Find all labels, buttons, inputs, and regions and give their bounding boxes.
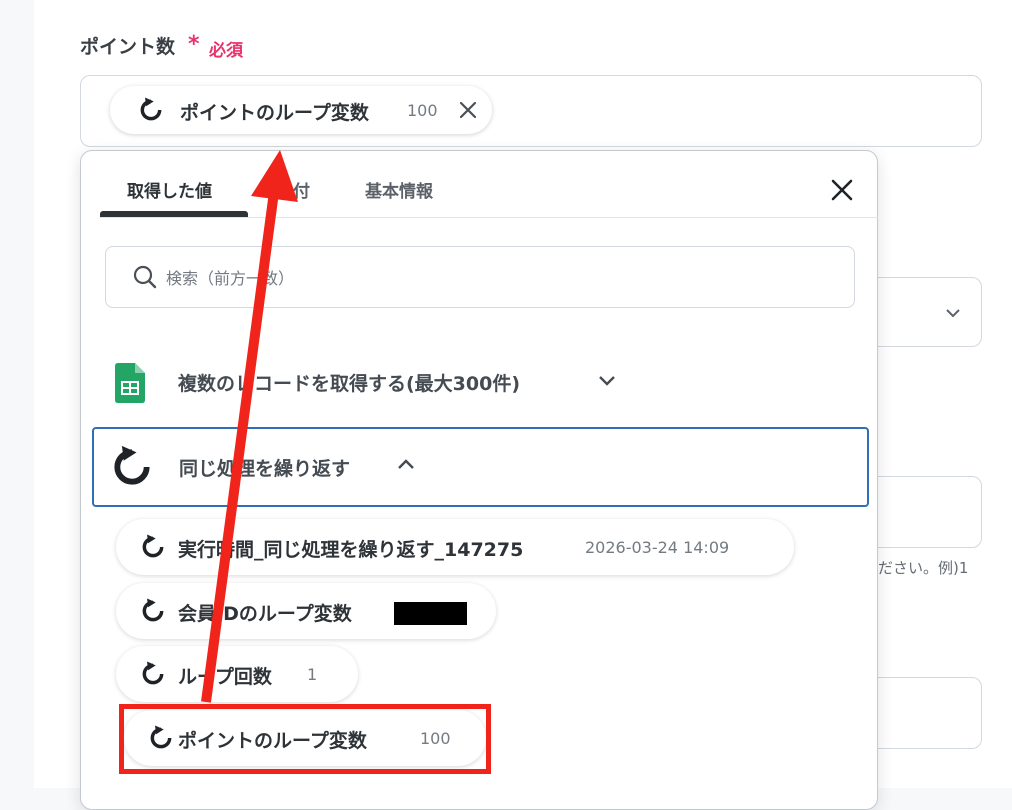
loop-icon — [148, 725, 174, 755]
tab-acquired-values[interactable]: 取得した値 — [127, 177, 212, 202]
search-input[interactable] — [164, 259, 828, 297]
group-label: 複数のレコードを取得する(最大300件) — [178, 373, 521, 395]
loop-icon — [138, 97, 164, 127]
variable-item-member-id[interactable]: 会員IDのループ変数 — [116, 583, 496, 639]
background-hint: ださい。例)1 — [878, 559, 969, 577]
variable-item-loop-count[interactable]: ループ回数 1 — [116, 646, 358, 702]
tab-basic-info[interactable]: 基本情報 — [365, 177, 433, 202]
tab-date[interactable]: 付 — [293, 177, 310, 202]
item-label: ループ回数 — [178, 666, 272, 688]
item-value: 2026-03-24 14:09 — [585, 538, 730, 557]
close-icon[interactable] — [829, 177, 855, 207]
loop-icon — [140, 598, 166, 628]
item-value: 100 — [420, 729, 451, 748]
loop-icon — [140, 534, 166, 564]
group-get-records[interactable]: 複数のレコードを取得する(最大300件) — [101, 356, 661, 408]
background-select[interactable] — [860, 277, 982, 347]
item-value: 1 — [307, 665, 318, 684]
variable-item-exec-time[interactable]: 実行時間_同じ処理を繰り返す_147275 2026-03-24 14:09 — [116, 519, 794, 575]
item-label: ポイントのループ変数 — [178, 730, 367, 752]
item-label: 実行時間_同じ処理を繰り返す_147275 — [178, 539, 524, 561]
search-field[interactable] — [105, 246, 855, 308]
redacted-value — [394, 602, 467, 625]
chevron-down-icon — [944, 304, 962, 323]
google-sheets-icon — [115, 363, 145, 407]
background-input[interactable] — [860, 677, 982, 749]
search-icon — [132, 264, 158, 294]
loop-icon — [110, 445, 154, 493]
chevron-down-icon — [597, 373, 617, 392]
chevron-up-icon — [396, 456, 416, 475]
group-repeat-process[interactable]: 同じ処理を繰り返す — [92, 427, 869, 507]
loop-icon — [140, 661, 166, 691]
chip-label: ポイントのループ変数 — [180, 102, 369, 124]
field-label: ポイント数 — [80, 36, 176, 58]
tab-divider — [100, 217, 878, 218]
variable-item-points[interactable]: ポイントのループ変数 100 — [124, 710, 486, 766]
background-input[interactable] — [860, 476, 982, 548]
chip-value: 100 — [407, 101, 438, 120]
required-label: 必須 — [209, 41, 243, 61]
selected-variable-chip[interactable]: ポイントのループ変数 100 — [110, 86, 492, 134]
group-label: 同じ処理を繰り返す — [179, 458, 351, 480]
item-label: 会員IDのループ変数 — [178, 603, 352, 625]
remove-chip-icon[interactable] — [458, 100, 478, 124]
required-star: * — [188, 32, 200, 57]
